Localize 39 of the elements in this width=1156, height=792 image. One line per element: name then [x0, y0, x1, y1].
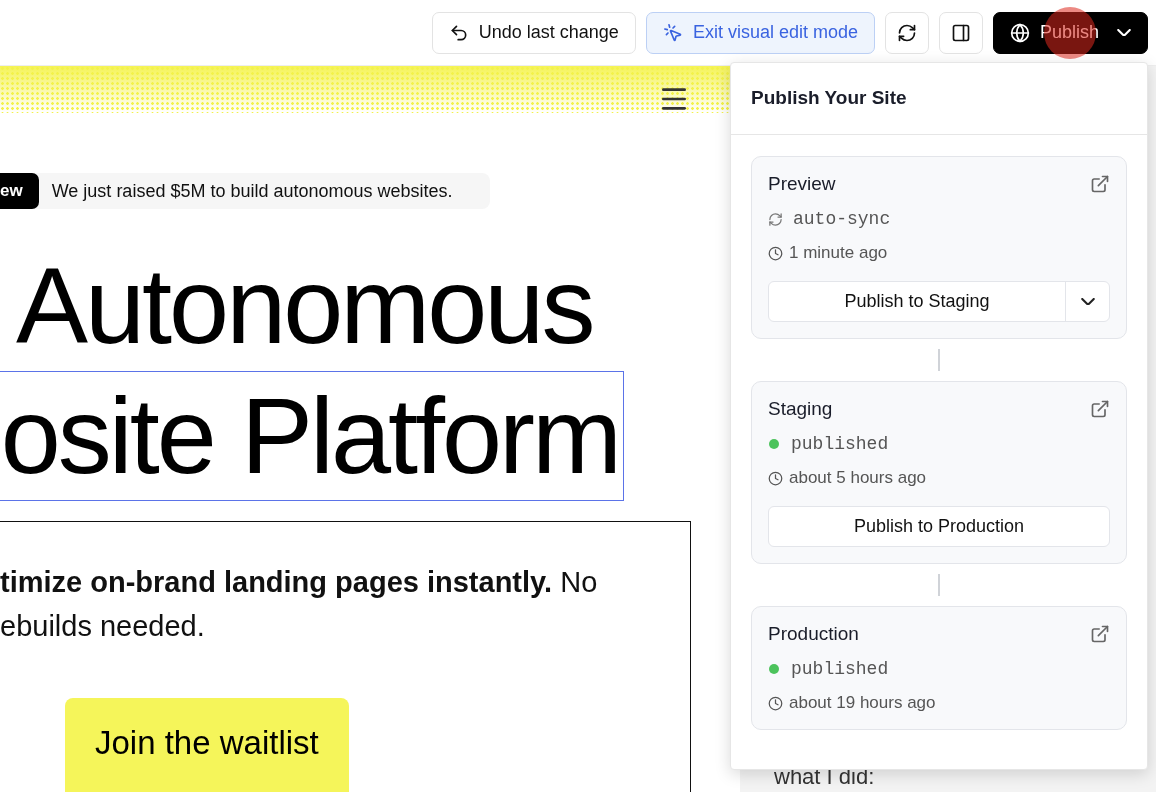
panel-toggle-button[interactable] — [938, 11, 983, 54]
news-badge: ew — [0, 173, 39, 209]
hero-heading-line: osite Platform — [0, 371, 624, 501]
chevron-down-icon — [1117, 28, 1131, 37]
status-text: published — [791, 659, 889, 679]
hero-subtitle-line: ebuilds needed. — [0, 609, 206, 644]
external-link-icon[interactable] — [1090, 624, 1110, 644]
clock-icon — [768, 245, 783, 261]
publish-action-button[interactable]: Publish to Staging — [769, 282, 1065, 321]
environment-name: Production — [768, 623, 859, 645]
status-dot — [769, 439, 779, 449]
hero-subtitle-line: timize on-brand landing pages instantly. No — [0, 565, 599, 600]
announcement-text: We just raised $5M to build autonomous websites. — [51, 180, 453, 202]
timestamp: about 5 hours ago — [789, 468, 927, 488]
chevron-down-icon — [1080, 297, 1095, 306]
panel-icon — [950, 22, 971, 43]
refresh-button[interactable] — [884, 11, 929, 54]
clock-icon — [768, 695, 783, 711]
refresh-icon — [896, 22, 917, 43]
environment-name: Preview — [768, 173, 836, 195]
globe-icon — [1009, 22, 1030, 43]
status-text: auto-sync — [793, 209, 891, 229]
status-text: published — [791, 434, 889, 454]
pointer-click-icon — [662, 22, 683, 43]
sync-icon — [768, 211, 783, 227]
undo-button[interactable]: Undo last change — [431, 11, 636, 54]
waitlist-button[interactable]: Join the waitlist — [65, 698, 349, 792]
undo-icon — [448, 22, 469, 43]
clock-icon — [768, 470, 783, 486]
publish-action-button[interactable]: Publish to Production — [769, 507, 1109, 546]
popover-title: Publish Your Site — [731, 63, 1147, 135]
exit-edit-button[interactable]: Exit visual edit mode — [645, 11, 875, 54]
external-link-icon[interactable] — [1090, 174, 1110, 194]
external-link-icon[interactable] — [1090, 399, 1110, 419]
hero-heading-line: Autonomous — [15, 244, 594, 368]
status-dot — [769, 664, 779, 674]
environment-name: Staging — [768, 398, 833, 420]
timestamp: 1 minute ago — [789, 243, 888, 263]
timestamp: about 19 hours ago — [789, 693, 936, 713]
